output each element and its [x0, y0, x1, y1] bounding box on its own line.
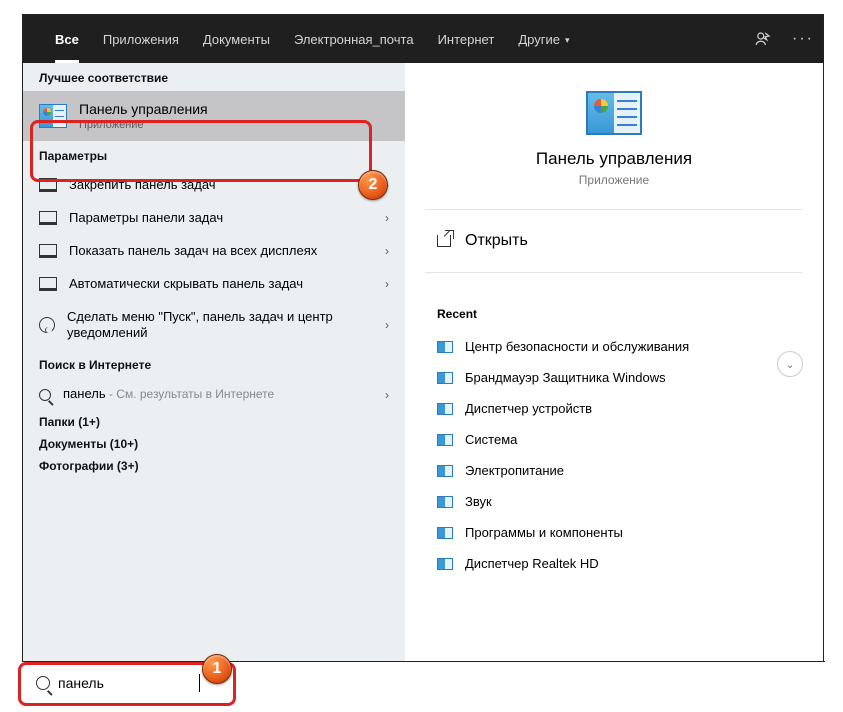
feedback-icon[interactable]: [753, 29, 773, 49]
tab-internet[interactable]: Интернет: [426, 15, 507, 63]
preview-subtitle: Приложение: [425, 173, 803, 187]
chevron-down-icon: ▾: [565, 35, 570, 46]
best-match-title: Панель управления: [79, 101, 208, 117]
control-panel-icon: [437, 403, 453, 415]
left-pane: Лучшее соответствие Панель управления Пр…: [23, 63, 405, 661]
monitor-icon: [39, 211, 57, 225]
expand-button[interactable]: ⌄: [777, 351, 803, 377]
body: Лучшее соответствие Панель управления Пр…: [23, 63, 823, 661]
palette-icon: [39, 317, 55, 333]
tab-apps[interactable]: Приложения: [91, 15, 191, 63]
preview: Панель управления Приложение: [425, 63, 803, 199]
tab-docs[interactable]: Документы: [191, 15, 282, 63]
web-header: Поиск в Интернете: [23, 350, 405, 378]
param-item[interactable]: Показать панель задач на всех дисплеях›: [23, 235, 405, 268]
search-icon: [39, 389, 51, 401]
tab-more[interactable]: Другие▾: [506, 15, 581, 63]
chevron-right-icon: ›: [385, 277, 389, 291]
open-label: Открыть: [465, 232, 528, 250]
param-item[interactable]: Автоматически скрывать панель задач›: [23, 268, 405, 301]
chevron-right-icon: ›: [385, 388, 389, 402]
params-header: Параметры: [23, 141, 405, 169]
recent-item[interactable]: Звук: [437, 486, 791, 517]
recent-section: Recent Центр безопасности и обслуживания…: [425, 273, 803, 579]
control-panel-icon: [437, 527, 453, 539]
control-panel-icon: [437, 372, 453, 384]
monitor-icon: [39, 244, 57, 258]
monitor-icon: [39, 277, 57, 291]
param-item[interactable]: Сделать меню "Пуск", панель задач и цент…: [23, 301, 405, 351]
chevron-right-icon: ›: [385, 211, 389, 225]
control-panel-icon: [437, 341, 453, 353]
chevron-right-icon: ›: [385, 318, 389, 332]
recent-item[interactable]: Диспетчер устройств: [437, 393, 791, 424]
recent-item[interactable]: Центр безопасности и обслуживания: [437, 331, 791, 362]
control-panel-icon: [586, 91, 642, 135]
recent-item[interactable]: Программы и компоненты: [437, 517, 791, 548]
best-match-subtitle: Приложение: [79, 119, 208, 131]
search-window: Все Приложения Документы Электронная_поч…: [22, 14, 824, 662]
control-panel-icon: [437, 558, 453, 570]
open-icon: [437, 235, 451, 247]
recent-item[interactable]: Диспетчер Realtek HD: [437, 548, 791, 579]
photos-cat[interactable]: Фотографии (3+): [23, 455, 405, 477]
control-panel-icon: [437, 496, 453, 508]
tab-email[interactable]: Электронная_почта: [282, 15, 426, 63]
param-item[interactable]: Закрепить панель задач›: [23, 169, 405, 202]
open-action[interactable]: Открыть: [425, 209, 803, 273]
param-item[interactable]: Параметры панели задач›: [23, 202, 405, 235]
recent-item[interactable]: Брандмауэр Защитника Windows: [437, 362, 791, 393]
search-bar[interactable]: [22, 664, 232, 702]
folders-cat[interactable]: Папки (1+): [23, 411, 405, 433]
best-match-header: Лучшее соответствие: [23, 63, 405, 91]
more-icon[interactable]: ···: [793, 29, 813, 49]
divider: [22, 661, 825, 662]
monitor-icon: [39, 178, 57, 192]
recent-item[interactable]: Электропитание: [437, 455, 791, 486]
right-pane: Панель управления Приложение Открыть ⌄ R…: [405, 63, 823, 661]
recent-header: Recent: [437, 307, 791, 321]
recent-item[interactable]: Система: [437, 424, 791, 455]
control-panel-icon: [437, 434, 453, 446]
text-cursor: [199, 674, 200, 692]
control-panel-icon: [437, 465, 453, 477]
documents-cat[interactable]: Документы (10+): [23, 433, 405, 455]
search-icon: [36, 676, 50, 690]
best-match-text: Панель управления Приложение: [79, 101, 208, 131]
header-right: ···: [753, 29, 813, 49]
params-list: Закрепить панель задач› Параметры панели…: [23, 169, 405, 661]
control-panel-icon: [39, 104, 67, 128]
preview-title: Панель управления: [425, 149, 803, 169]
search-input[interactable]: [58, 675, 198, 691]
best-match-item[interactable]: Панель управления Приложение: [23, 91, 405, 141]
tab-all[interactable]: Все: [43, 15, 91, 63]
header-tabs: Все Приложения Документы Электронная_поч…: [43, 15, 581, 63]
chevron-right-icon: ›: [385, 178, 389, 192]
chevron-right-icon: ›: [385, 244, 389, 258]
header-bar: Все Приложения Документы Электронная_поч…: [23, 15, 823, 63]
web-search-item[interactable]: панель - См. результаты в Интернете›: [23, 378, 405, 411]
